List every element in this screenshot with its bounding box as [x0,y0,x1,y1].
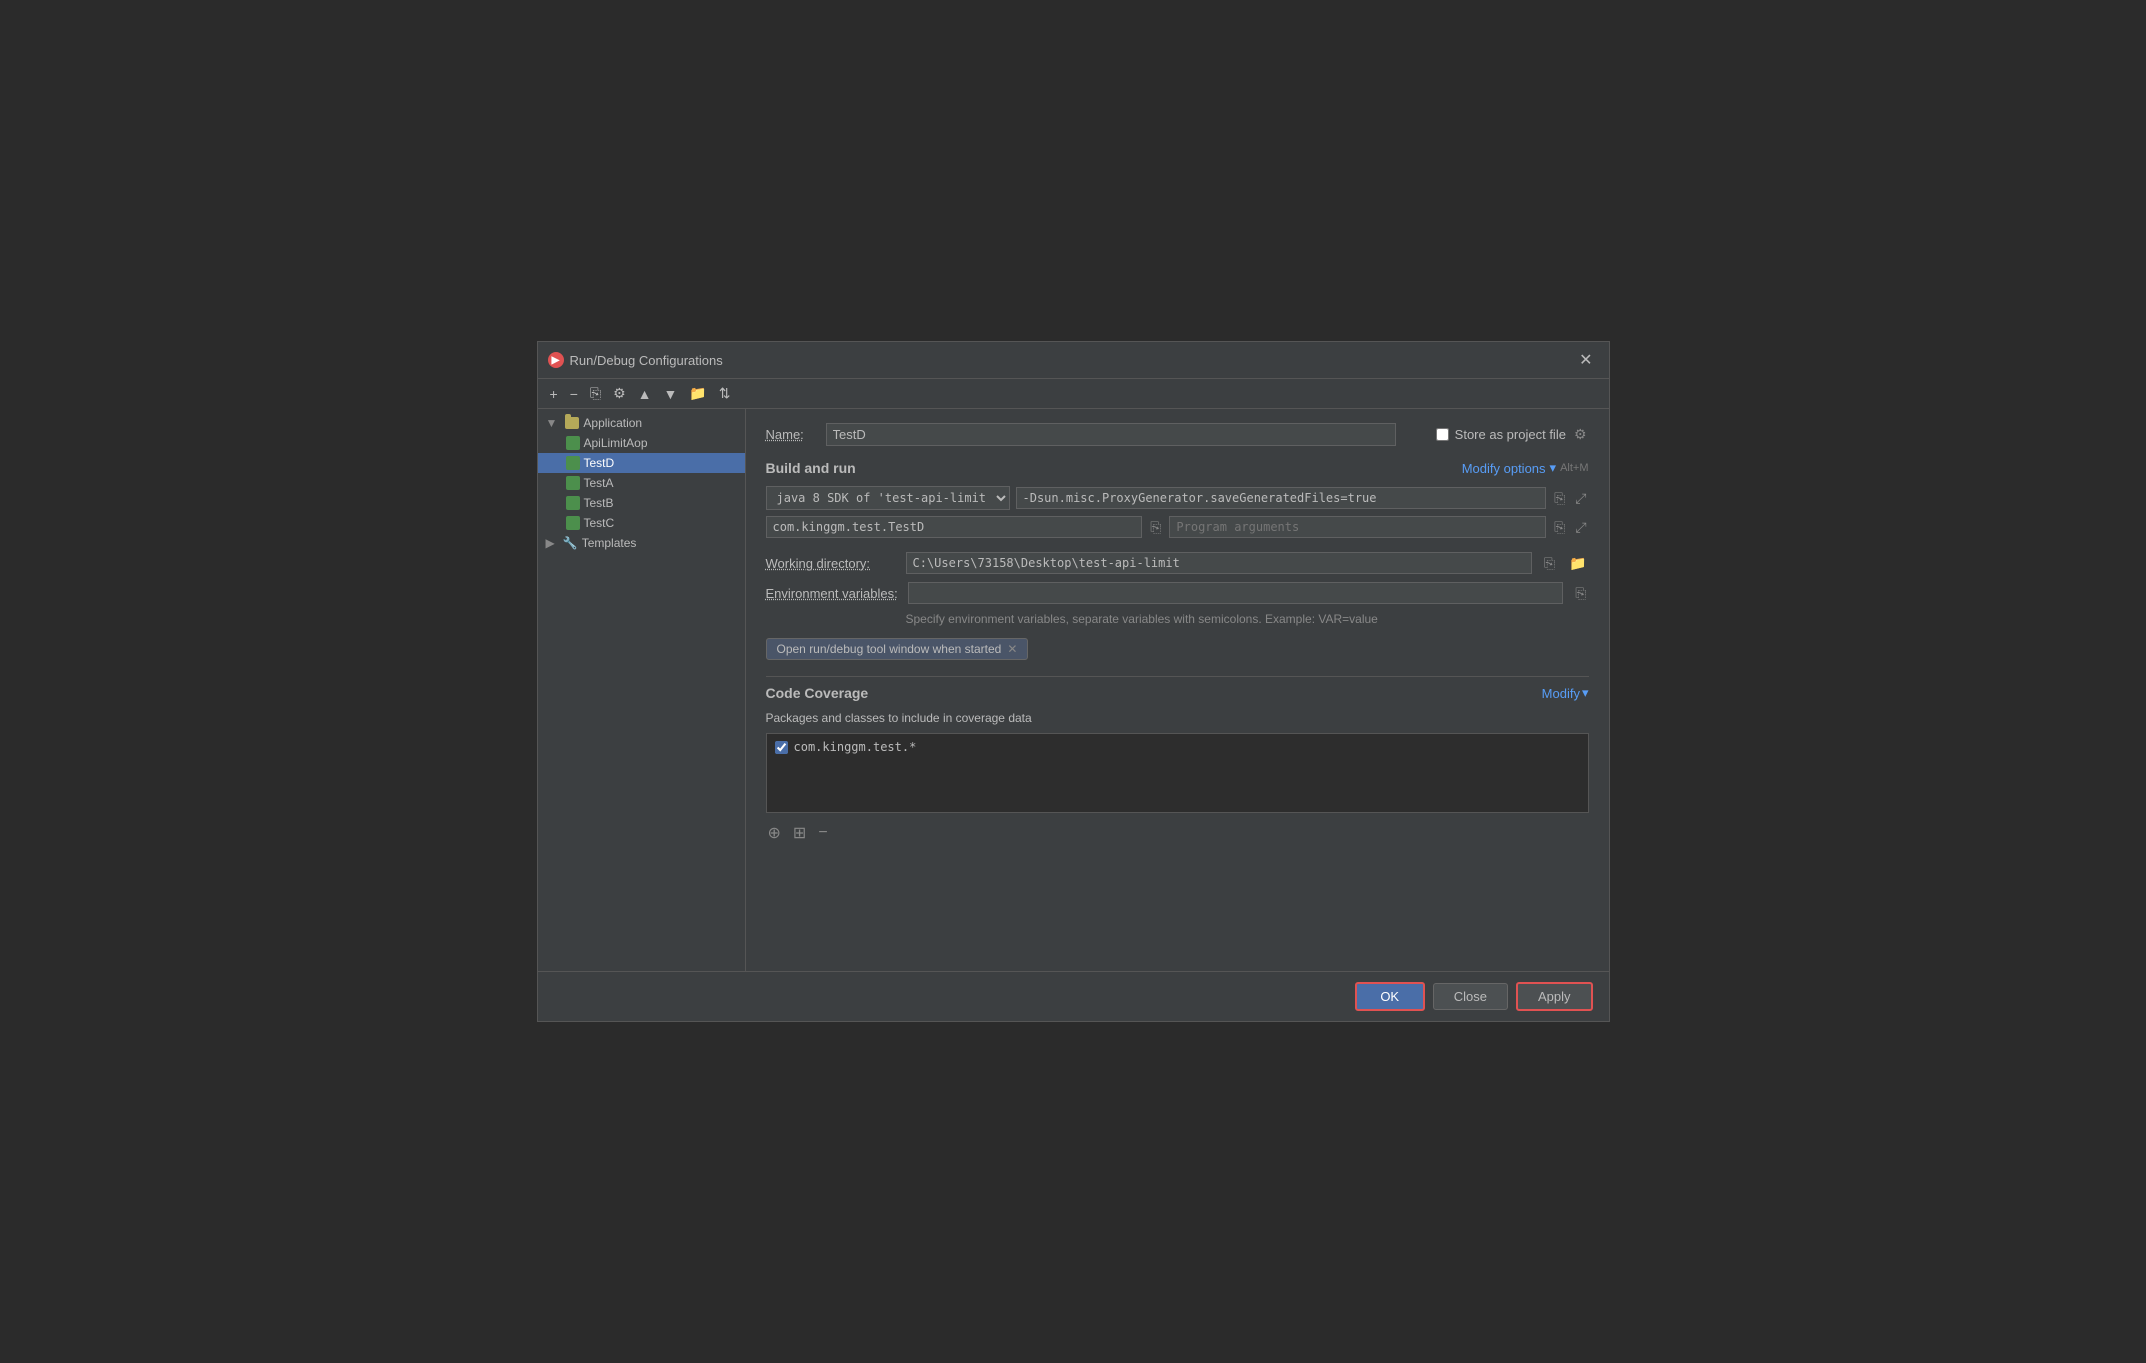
run-icon-testd [566,456,580,470]
sidebar-label-testb: TestB [584,496,614,510]
expand-arrow-templates-icon: ▶ [546,536,555,550]
code-coverage-title: Code Coverage [766,685,869,701]
application-group-label: Application [583,416,642,430]
run-icon-testa [566,476,580,490]
build-run-header: Build and run Modify options ▾ Alt+M [766,460,1589,476]
sort-button[interactable]: ⇅ [715,383,735,404]
name-store-row: Name: Store as project file ⚙ [766,423,1589,446]
name-label: Name: [766,427,816,442]
env-vars-row: Environment variables: ⎘ [766,582,1589,604]
vm-options-expand-icon[interactable]: ⤢ [1573,488,1588,509]
run-debug-dialog: ▶ Run/Debug Configurations ✕ + − ⎘ ⚙ ▲ ▼… [537,341,1610,1022]
env-vars-hint: Specify environment variables, separate … [906,612,1589,626]
working-dir-label: Working directory: [766,556,896,571]
tag-close-icon[interactable]: ✕ [1007,642,1017,656]
coverage-list: com.kinggm.test.* [766,733,1589,813]
application-folder-icon [565,417,579,429]
remove-config-button[interactable]: − [566,384,582,404]
sidebar-item-testb[interactable]: TestB [538,493,745,513]
prog-args-input[interactable] [1169,516,1546,538]
name-input[interactable] [826,423,1396,446]
run-icon-apilimitaop [566,436,580,450]
modify-options-label: Modify options [1462,461,1546,476]
folder-button[interactable]: 📁 [685,383,710,404]
modify-options-shortcut: Alt+M [1560,462,1588,474]
modify-coverage-button[interactable]: Modify ▾ [1542,685,1589,701]
settings-button[interactable]: ⚙ [609,383,630,404]
run-icon-testb [566,496,580,510]
sidebar-item-testd[interactable]: TestD [538,453,745,473]
sidebar-group-application[interactable]: ▼ Application [538,413,745,433]
tag-label: Open run/debug tool window when started [777,642,1002,656]
working-dir-browse-icon[interactable]: 📁 [1567,553,1588,574]
prog-args-browse-icon[interactable]: ⎘ [1552,517,1567,538]
dialog-title: Run/Debug Configurations [570,353,723,368]
sidebar-label-testc: TestC [584,516,615,530]
tag-row: Open run/debug tool window when started … [766,638,1589,660]
app-logo: ▶ [548,352,564,368]
sidebar-item-testa[interactable]: TestA [538,473,745,493]
sidebar-item-apilimitaop[interactable]: ApiLimitAop [538,433,745,453]
wrench-icon: 🔧 [563,536,578,550]
remove-coverage-button[interactable]: − [816,822,829,844]
run-icon-testc [566,516,580,530]
copy-config-button[interactable]: ⎘ [586,383,605,404]
ok-button[interactable]: OK [1355,982,1425,1011]
dialog-close-button[interactable]: ✕ [1573,348,1598,372]
working-dir-copy-icon[interactable]: ⎘ [1542,553,1557,574]
coverage-actions: ⊕ ⊞ − [766,821,1589,845]
main-content: ▼ Application ApiLimitAop TestD TestA Te… [538,409,1609,971]
sdk-vmoptions-row: java 8 SDK of 'test-api-limit ⎘ ⤢ [766,486,1589,510]
open-tool-window-tag: Open run/debug tool window when started … [766,638,1029,660]
vm-options-browse-icon[interactable]: ⎘ [1552,488,1567,509]
divider [766,676,1589,677]
store-project-row: Store as project file ⚙ [1436,424,1589,445]
main-class-browse-icon[interactable]: ⎘ [1148,517,1163,538]
prog-args-expand-icon[interactable]: ⤢ [1573,517,1588,538]
packages-label: Packages and classes to include in cover… [766,711,1589,725]
coverage-item-label: com.kinggm.test.* [794,740,917,754]
sidebar-item-templates[interactable]: ▶ 🔧 Templates [538,533,745,553]
main-class-input[interactable] [766,516,1143,538]
close-button[interactable]: Close [1433,983,1508,1010]
sdk-select[interactable]: java 8 SDK of 'test-api-limit [766,486,1010,510]
coverage-checkbox[interactable] [775,741,788,754]
chevron-down-icon: ▾ [1550,460,1557,476]
sidebar-item-testc[interactable]: TestC [538,513,745,533]
add-coverage-button[interactable]: ⊕ [766,821,783,845]
build-run-title: Build and run [766,460,856,476]
env-vars-label: Environment variables: [766,586,898,601]
toolbar: + − ⎘ ⚙ ▲ ▼ 📁 ⇅ [538,379,1609,409]
main-class-row: ⎘ ⎘ ⤢ [766,516,1589,538]
env-vars-copy-icon[interactable]: ⎘ [1573,583,1588,604]
modify-options-button[interactable]: Modify options ▾ Alt+M [1462,460,1589,476]
env-vars-input[interactable] [908,582,1564,604]
working-dir-input[interactable] [906,552,1532,574]
modify-chevron-icon: ▾ [1582,685,1589,701]
apply-button[interactable]: Apply [1516,982,1593,1011]
move-down-button[interactable]: ▼ [660,384,682,404]
add-config-button[interactable]: + [546,384,562,404]
sidebar: ▼ Application ApiLimitAop TestD TestA Te… [538,409,746,971]
coverage-item: com.kinggm.test.* [775,740,1580,754]
sidebar-label-testd: TestD [584,456,615,470]
vm-options-input[interactable] [1016,487,1547,509]
add-class-coverage-button[interactable]: ⊞ [791,821,808,845]
title-bar: ▶ Run/Debug Configurations ✕ [538,342,1609,379]
code-coverage-header: Code Coverage Modify ▾ [766,685,1589,701]
store-settings-icon[interactable]: ⚙ [1572,424,1589,445]
sidebar-label-testa: TestA [584,476,614,490]
modify-label: Modify [1542,686,1580,701]
move-up-button[interactable]: ▲ [634,384,656,404]
sidebar-label-apilimitaop: ApiLimitAop [584,436,648,450]
templates-label: Templates [582,536,637,550]
store-project-label: Store as project file [1455,427,1566,442]
expand-arrow-icon: ▼ [546,416,558,430]
title-bar-left: ▶ Run/Debug Configurations [548,352,723,368]
footer: OK Close Apply [538,971,1609,1021]
config-panel: Name: Store as project file ⚙ Build and … [746,409,1609,971]
working-dir-row: Working directory: ⎘ 📁 [766,552,1589,574]
store-project-checkbox[interactable] [1436,428,1449,441]
